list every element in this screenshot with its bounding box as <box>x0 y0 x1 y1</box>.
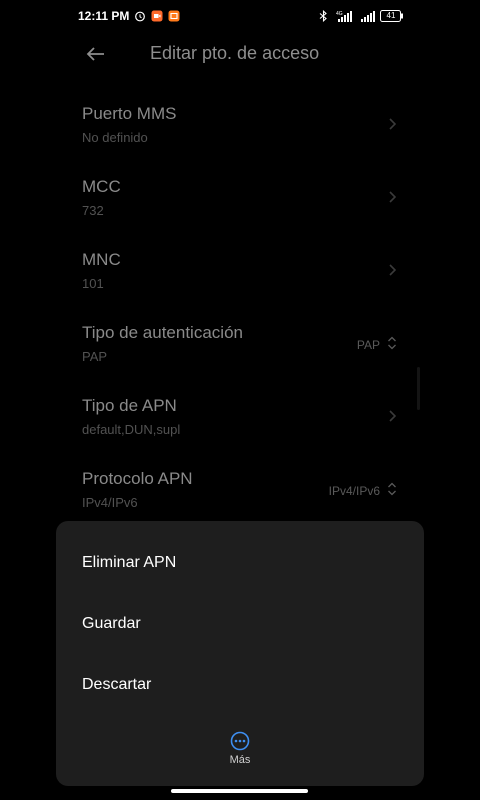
screen-record-icon <box>151 10 163 22</box>
status-time: 12:11 PM <box>78 9 130 23</box>
setting-label: Protocolo APN <box>82 469 193 488</box>
page-title: Editar pto. de acceso <box>150 43 320 63</box>
app-notification-icon <box>168 10 180 22</box>
setting-mnc[interactable]: MNC 101 <box>0 250 480 323</box>
options-menu: Eliminar APN Guardar Descartar Más <box>56 521 424 786</box>
select-arrows-icon <box>388 482 396 496</box>
setting-label: Tipo de autenticación <box>82 323 243 342</box>
protocol-select[interactable]: IPv4/IPv6 <box>329 484 380 498</box>
setting-value: IPv4/IPv6 <box>82 495 138 510</box>
back-button[interactable] <box>84 42 108 66</box>
chevron-right-icon <box>389 410 397 422</box>
setting-value: 101 <box>82 276 104 291</box>
bluetooth-icon <box>319 10 327 22</box>
setting-value: 732 <box>82 203 104 218</box>
setting-label: Tipo de APN <box>82 396 177 415</box>
more-label[interactable]: Más <box>56 754 424 766</box>
auth-type-select[interactable]: PAP <box>357 338 380 352</box>
chevron-right-icon <box>389 118 397 130</box>
discard-button[interactable]: Descartar <box>82 676 151 694</box>
chevron-right-icon <box>389 191 397 203</box>
app-bar: Editar pto. de acceso <box>0 32 480 76</box>
svg-text:4G: 4G <box>336 11 343 17</box>
setting-value: default,DUN,supl <box>82 422 181 437</box>
setting-value: PAP <box>82 349 108 364</box>
save-button[interactable]: Guardar <box>82 615 141 633</box>
alarm-icon <box>135 11 145 22</box>
setting-label: Puerto MMS <box>82 104 177 123</box>
4g-signal-icon: 4G <box>336 11 352 22</box>
setting-value: No definido <box>82 130 148 145</box>
select-arrows-icon <box>388 336 396 350</box>
gesture-nav-bar[interactable] <box>171 789 308 793</box>
setting-tipo-apn[interactable]: Tipo de APN default,DUN,supl <box>0 396 480 469</box>
setting-label: MNC <box>82 250 121 269</box>
setting-tipo-autenticacion[interactable]: Tipo de autenticación PAP PAP <box>0 323 480 396</box>
setting-label: MCC <box>82 177 121 196</box>
delete-apn-button[interactable]: Eliminar APN <box>82 554 176 572</box>
scrollbar[interactable] <box>417 367 420 410</box>
setting-puerto-mms[interactable]: Puerto MMS No definido <box>0 104 480 177</box>
chevron-right-icon <box>389 264 397 276</box>
setting-mcc[interactable]: MCC 732 <box>0 177 480 250</box>
signal-icon <box>361 11 375 22</box>
status-bar: 12:11 PM 4G 41 <box>0 0 480 32</box>
battery-level: 41 <box>386 11 396 20</box>
